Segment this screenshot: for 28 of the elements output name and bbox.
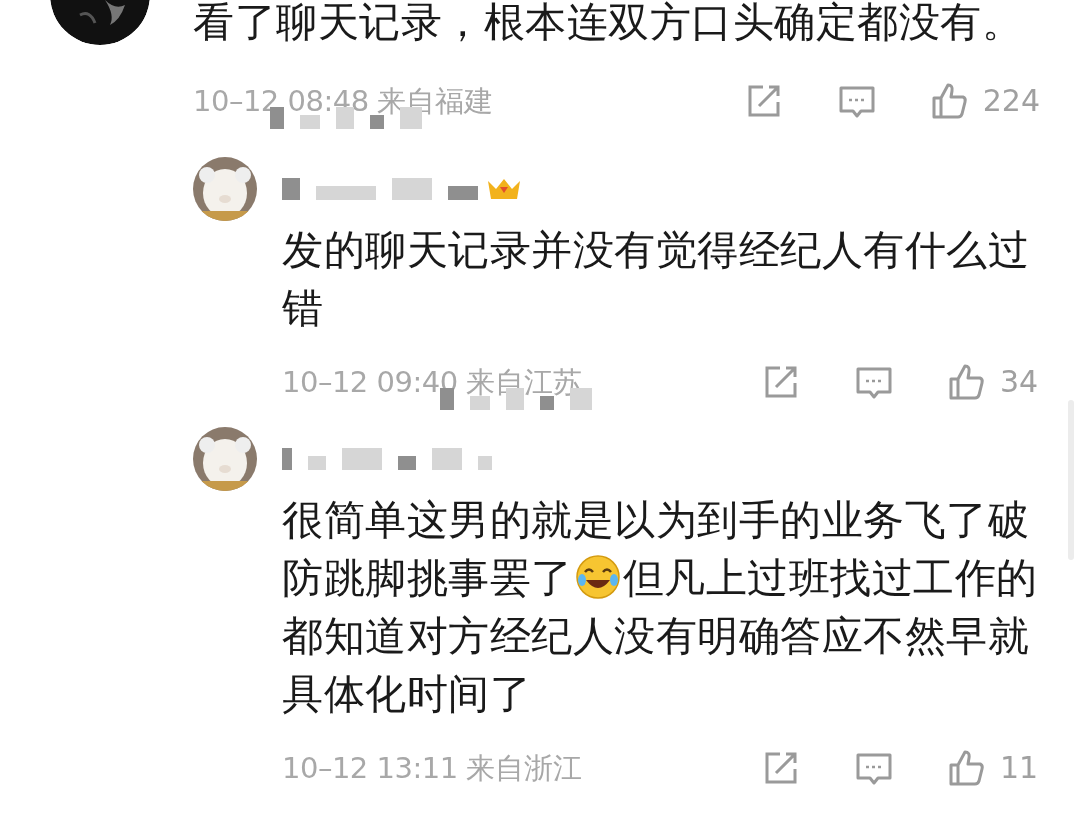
redaction-block <box>316 186 376 200</box>
redaction-block <box>282 448 292 470</box>
redaction-block <box>300 115 320 129</box>
location-label: 来自浙江 <box>465 753 582 783</box>
laughing-emoji-icon <box>574 554 621 600</box>
redaction-block <box>432 448 462 470</box>
redaction-block <box>470 396 490 410</box>
timestamp: 10–12 08:48 <box>193 86 369 116</box>
comment-text: 发的聊天记录并没有觉得经纪人有什么过错 <box>282 225 1030 334</box>
comment-text: 很简单这男的就是以为到手的业务飞了破防跳脚挑事罢了 但凡上过班找过工作的都知道对方经纪人没有明确答应不然早就具体化时间了 <box>282 495 1039 720</box>
redaction-block <box>370 115 384 129</box>
thumbs-up-icon[interactable] <box>930 82 969 120</box>
like-count: 224 <box>982 86 1040 116</box>
redaction-block <box>478 456 492 470</box>
redaction-block <box>342 448 382 470</box>
like-count: 11 <box>1000 753 1040 783</box>
like-count: 34 <box>1000 367 1040 397</box>
comment-text: 看了聊天记录，根本连双方口头确定都没有。 <box>193 0 1024 44</box>
redaction-block <box>392 178 432 200</box>
redaction-block <box>308 456 326 470</box>
redaction-block <box>448 186 478 200</box>
thumbs-up-icon[interactable] <box>948 363 986 401</box>
redaction-block <box>282 178 300 200</box>
redaction-block <box>540 396 554 410</box>
timestamp: 10–12 13:11 <box>282 753 458 783</box>
timestamp: 10–12 09:40 <box>282 367 458 397</box>
redaction-block <box>398 456 416 470</box>
thumbs-up-icon[interactable] <box>948 749 986 787</box>
